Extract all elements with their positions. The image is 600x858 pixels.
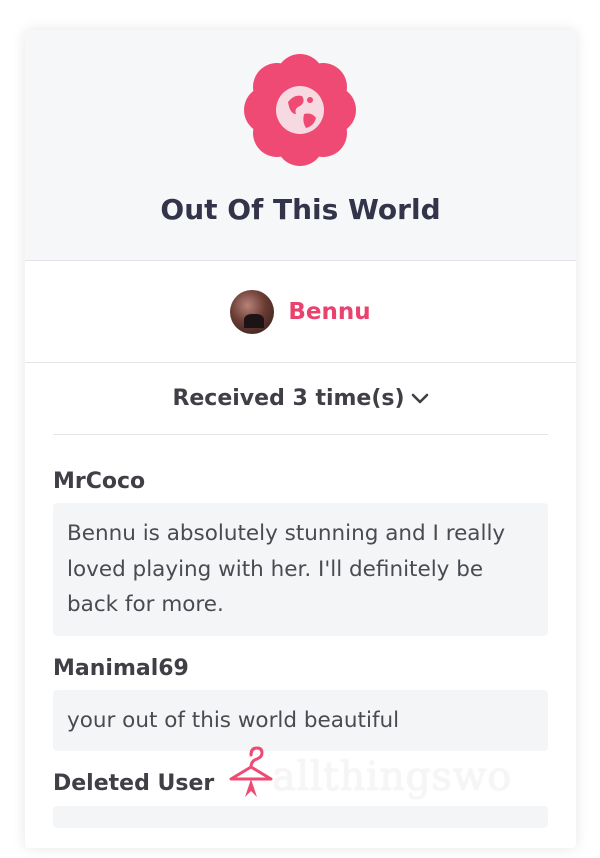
sender-row[interactable]: Bennu	[25, 261, 576, 363]
gift-header: Out Of This World	[25, 30, 576, 261]
avatar[interactable]	[230, 289, 275, 334]
review-username[interactable]: Manimal69	[53, 654, 548, 683]
review-list: MrCoco Bennu is absolutely stunning and …	[25, 467, 576, 828]
flower-globe-icon	[244, 54, 356, 166]
received-toggle[interactable]: Received 3 time(s)	[53, 363, 548, 435]
received-label: Received 3 time(s)	[172, 386, 405, 411]
review-text: your out of this world beautiful	[53, 689, 548, 751]
gift-title: Out Of This World	[160, 193, 441, 226]
sender-name-link[interactable]: Bennu	[288, 299, 370, 325]
chevron-down-icon	[411, 393, 428, 403]
review-username[interactable]: MrCoco	[53, 467, 548, 496]
review-text: Bennu is absolutely stunning and I reall…	[53, 503, 548, 636]
review-text	[53, 806, 548, 828]
gift-card: Out Of This World Bennu Received 3 time(…	[25, 30, 576, 848]
review-username: Deleted User	[53, 771, 215, 796]
